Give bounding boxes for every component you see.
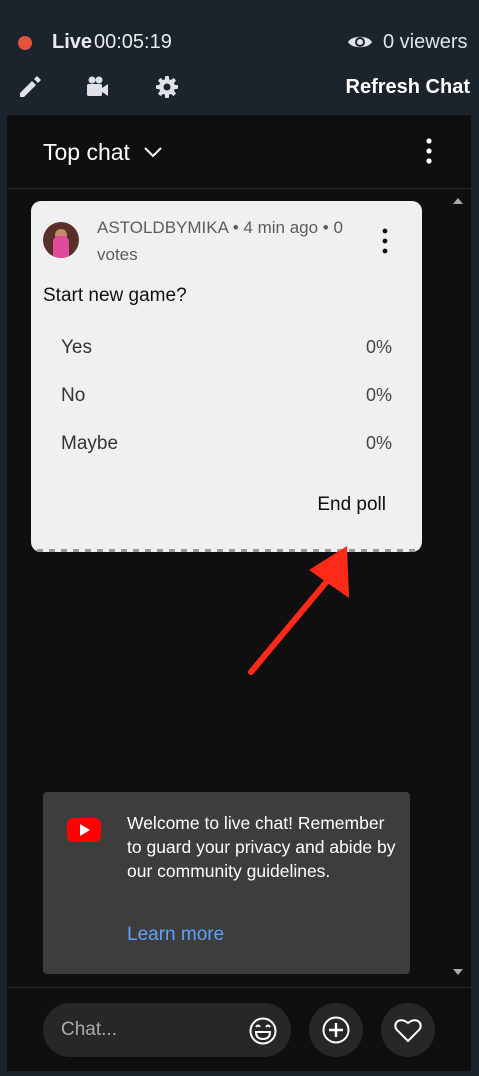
welcome-text: Welcome to live chat! Remember to guard … [127, 813, 396, 881]
chat-mode-selector[interactable]: Top chat [43, 139, 130, 166]
more-vert-icon[interactable] [419, 137, 439, 165]
poll-option-percent: 0% [365, 433, 392, 453]
live-label: Live [52, 31, 93, 53]
chat-panel: Top chat ASTOLDBYMIKA • 4 min ago • 0 vo… [7, 115, 471, 1071]
scroll-down-arrow[interactable] [452, 967, 464, 977]
learn-more-link[interactable]: Learn more [127, 924, 224, 946]
gear-icon[interactable] [154, 74, 180, 100]
poll-option-label: Yes [61, 337, 92, 358]
elapsed-time: 00:05:19 [94, 31, 172, 53]
end-poll-button[interactable]: End poll [317, 494, 386, 516]
poll-option[interactable]: Yes 0% [31, 333, 422, 363]
scroll-up-arrow[interactable] [452, 196, 464, 206]
pencil-icon[interactable] [17, 74, 43, 100]
heart-icon [394, 1019, 422, 1043]
annotation-arrow [248, 546, 349, 675]
poll-option-percent: 0% [365, 385, 392, 405]
poll-option-label: No [61, 385, 86, 406]
emoji-icon[interactable] [248, 1016, 278, 1046]
chat-header: Top chat [7, 115, 471, 189]
avatar [43, 222, 79, 258]
poll-option[interactable]: Maybe 0% [31, 429, 422, 459]
eye-icon [348, 36, 372, 48]
more-vert-icon[interactable] [377, 227, 393, 255]
poll-option[interactable]: No 0% [31, 381, 422, 411]
add-button[interactable] [309, 1003, 363, 1057]
refresh-chat-button[interactable]: Refresh Chat [346, 76, 470, 99]
welcome-banner: Welcome to live chat! Remember to guard … [43, 792, 410, 974]
viewer-count: 0 viewers [383, 31, 468, 53]
youtube-icon [67, 818, 101, 842]
poll-option-label: Maybe [61, 433, 119, 454]
poll-card: ASTOLDBYMIKA • 4 min ago • 0 votes Start… [31, 201, 422, 552]
poll-option-percent: 0% [365, 337, 392, 357]
add-icon [322, 1016, 350, 1044]
poll-question: Start new game? [43, 285, 187, 306]
poll-meta: ASTOLDBYMIKA • 4 min ago • 0 votes [97, 218, 343, 264]
top-bar: Live 00:05:19 0 viewers Refresh Chat [0, 0, 479, 115]
chat-composer [7, 987, 471, 1071]
camera-icon[interactable] [84, 74, 110, 100]
heart-button[interactable] [381, 1003, 435, 1057]
live-indicator [18, 36, 32, 50]
chevron-down-icon[interactable] [143, 142, 163, 162]
